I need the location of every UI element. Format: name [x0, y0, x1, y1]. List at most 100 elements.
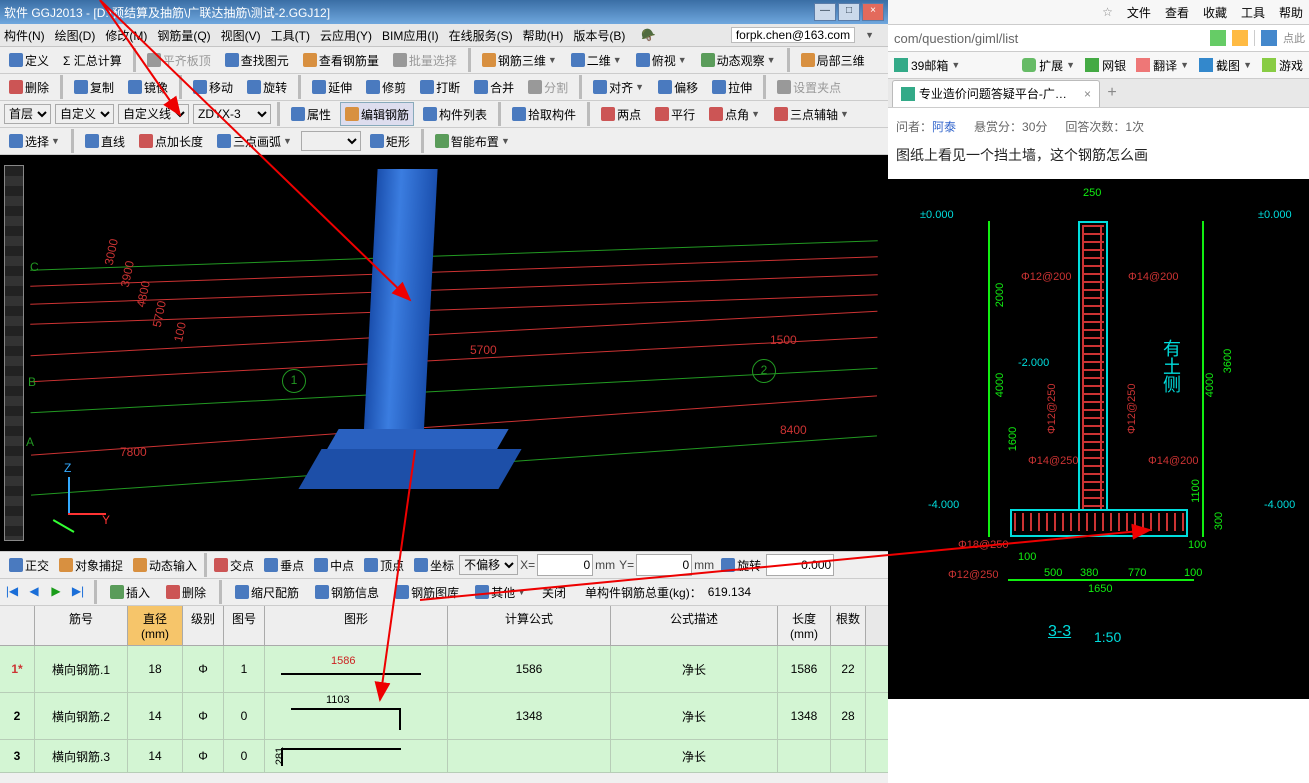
- minimize-button[interactable]: —: [814, 3, 836, 21]
- cell-cnt[interactable]: 28: [831, 693, 866, 739]
- ext-game[interactable]: 游戏: [1262, 57, 1303, 74]
- maximize-button[interactable]: □: [838, 3, 860, 21]
- col-index[interactable]: [0, 606, 35, 645]
- copy-button[interactable]: 复制: [69, 75, 119, 99]
- stretch-button[interactable]: 拉伸: [707, 75, 757, 99]
- col-diameter[interactable]: 直径(mm): [128, 606, 183, 645]
- cell-len[interactable]: [778, 740, 831, 772]
- br-menu[interactable]: 收藏: [1203, 4, 1227, 21]
- ext-mail[interactable]: 39邮箱▼: [894, 57, 960, 74]
- rebar-info-button[interactable]: 钢筋信息: [310, 580, 384, 604]
- cell-name[interactable]: 横向钢筋.1: [35, 646, 128, 692]
- offset-button[interactable]: 偏移: [653, 75, 703, 99]
- cell-desc[interactable]: 净长: [611, 646, 778, 692]
- arc3-button[interactable]: 三点画弧▼: [212, 129, 297, 153]
- floor-select[interactable]: 首层: [4, 104, 51, 124]
- next-button[interactable]: ▶|: [70, 584, 86, 600]
- menu-item[interactable]: 钢筋量(Q): [157, 27, 210, 44]
- cell-name[interactable]: 横向钢筋.2: [35, 693, 128, 739]
- prev-button[interactable]: ◀: [26, 584, 42, 600]
- row-number[interactable]: 2: [0, 693, 35, 739]
- bookmark-icon[interactable]: ☆: [1102, 5, 1113, 19]
- break-button[interactable]: 打断: [415, 75, 465, 99]
- code-select[interactable]: ZDYX-3: [193, 104, 271, 124]
- cell-level[interactable]: Φ: [183, 740, 224, 772]
- cell-desc[interactable]: 净长: [611, 740, 778, 772]
- menu-item[interactable]: 云应用(Y): [320, 27, 372, 44]
- cell-shape[interactable]: 1586: [265, 646, 448, 692]
- user-dropdown[interactable]: ▼: [865, 30, 874, 40]
- col-formula[interactable]: 计算公式: [448, 606, 611, 645]
- merge-button[interactable]: 合并: [469, 75, 519, 99]
- edit-rebar-button[interactable]: 编辑钢筋: [340, 102, 414, 126]
- intersection-button[interactable]: 交点: [209, 553, 259, 577]
- rebar-library-button[interactable]: 钢筋图库: [390, 580, 464, 604]
- offset-mode-select[interactable]: 不偏移: [459, 555, 518, 575]
- cell-len[interactable]: 1348: [778, 693, 831, 739]
- select-button[interactable]: 选择▼: [4, 129, 65, 153]
- first-button[interactable]: |◀: [4, 584, 20, 600]
- two-point-button[interactable]: 两点: [596, 102, 646, 126]
- cell-level[interactable]: Φ: [183, 693, 224, 739]
- table-row[interactable]: 2 横向钢筋.2 14 Φ 0 1103 1348 净长 1348 28: [0, 693, 888, 740]
- cell-cnt[interactable]: [831, 740, 866, 772]
- parallel-button[interactable]: 平行: [650, 102, 700, 126]
- cell-formula[interactable]: 1586: [448, 646, 611, 692]
- br-menu[interactable]: 文件: [1127, 4, 1151, 21]
- col-desc[interactable]: 公式描述: [611, 606, 778, 645]
- col-rebar-no[interactable]: 筋号: [35, 606, 128, 645]
- cell-dia[interactable]: 14: [128, 693, 183, 739]
- user-box[interactable]: forpk.chen@163.com: [731, 27, 855, 43]
- vertex-button[interactable]: 顶点: [359, 553, 409, 577]
- orbit-button[interactable]: 动态观察▼: [696, 48, 781, 72]
- trim-button[interactable]: 修剪: [361, 75, 411, 99]
- tab-close-icon[interactable]: ×: [1084, 87, 1091, 101]
- pick-component-button[interactable]: 拾取构件: [507, 102, 581, 126]
- col-shape[interactable]: 图形: [265, 606, 448, 645]
- rotate2-button[interactable]: 旋转: [716, 553, 766, 577]
- cell-formula[interactable]: 1348: [448, 693, 611, 739]
- move-button[interactable]: 移动: [188, 75, 238, 99]
- cell-len[interactable]: 1586: [778, 646, 831, 692]
- ortho-button[interactable]: 正交: [4, 553, 54, 577]
- top-view-button[interactable]: 俯视▼: [631, 48, 692, 72]
- mirror-button[interactable]: 镜像: [123, 75, 173, 99]
- custom-select[interactable]: 自定义: [55, 104, 114, 124]
- menu-item[interactable]: 绘图(D): [55, 27, 96, 44]
- arc-select[interactable]: [301, 131, 361, 151]
- row-number[interactable]: 3: [0, 740, 35, 772]
- x-input[interactable]: [537, 554, 593, 576]
- play-button[interactable]: ▶: [48, 584, 64, 600]
- rebar-3d-button[interactable]: 钢筋三维▼: [477, 48, 562, 72]
- midpoint-button[interactable]: 中点: [309, 553, 359, 577]
- asker-link[interactable]: 阿泰: [932, 120, 956, 134]
- cell-formula[interactable]: [448, 740, 611, 772]
- osnap-button[interactable]: 对象捕捉: [54, 553, 128, 577]
- viewport-3d[interactable]: C B A 3000 3900 4800 5700 100 5700 1500 …: [0, 155, 888, 551]
- menu-item[interactable]: 版本号(B): [573, 27, 625, 44]
- insert-row-button[interactable]: 插入: [105, 580, 155, 604]
- property-button[interactable]: 属性: [286, 102, 336, 126]
- split-button[interactable]: 分割: [523, 75, 573, 99]
- define-button[interactable]: 定义: [4, 48, 54, 72]
- table-row[interactable]: 3 横向钢筋.3 14 Φ 0 281 净长: [0, 740, 888, 773]
- br-menu[interactable]: 工具: [1241, 4, 1265, 21]
- line-type-select[interactable]: 自定义线: [118, 104, 189, 124]
- cell-name[interactable]: 横向钢筋.3: [35, 740, 128, 772]
- scale-rebar-button[interactable]: 缩尺配筋: [230, 580, 304, 604]
- coord-button[interactable]: 坐标: [409, 553, 459, 577]
- dyn-input-button[interactable]: 动态输入: [128, 553, 202, 577]
- cell-shape[interactable]: 281: [265, 740, 448, 772]
- menu-item[interactable]: 视图(V): [221, 27, 261, 44]
- table-row[interactable]: 1* 横向钢筋.1 18 Φ 1 1586 1586 净长 1586 22: [0, 646, 888, 693]
- rotate-button[interactable]: 旋转: [242, 75, 292, 99]
- line-button[interactable]: 直线: [80, 129, 130, 153]
- menu-item[interactable]: 修改(M): [105, 27, 147, 44]
- ext-translate[interactable]: 翻译▼: [1136, 57, 1189, 74]
- menu-item[interactable]: 帮助(H): [523, 27, 564, 44]
- cell-desc[interactable]: 净长: [611, 693, 778, 739]
- fav-icon[interactable]: [1232, 30, 1248, 46]
- menu-item[interactable]: 工具(T): [271, 27, 310, 44]
- ext-screenshot[interactable]: 截图▼: [1199, 57, 1252, 74]
- batch-select-button[interactable]: 批量选择: [388, 48, 462, 72]
